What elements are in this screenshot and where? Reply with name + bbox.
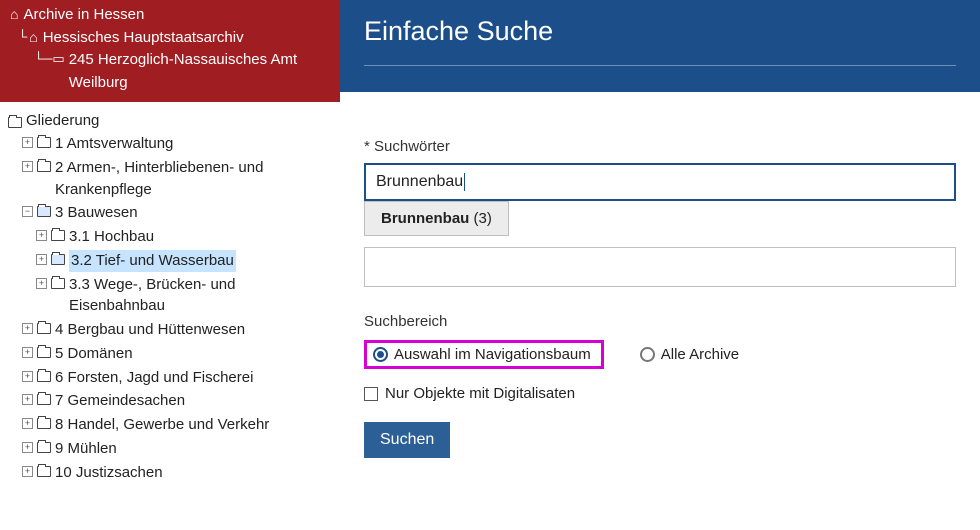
breadcrumb-root[interactable]: Archive in Hessen [21,4,144,27]
suggest-count: (3) [474,210,492,227]
search-form: * Suchwörter Brunnenbau Brunnenbau (3) S… [340,92,980,478]
tree-node-6[interactable]: 6 Forsten, Jagd und Fischerei [55,367,253,389]
expand-icon[interactable]: + [36,230,47,241]
radio-checked-icon [373,347,388,362]
folder-icon [37,371,51,382]
home-icon: ⌂ [10,4,18,25]
folder-open-icon [37,206,51,217]
text-caret-icon [464,173,465,191]
autosuggest-item[interactable]: Brunnenbau (3) [364,201,509,236]
folder-icon [37,161,51,172]
secondary-input[interactable] [364,247,956,287]
tree-node-5[interactable]: 5 Domänen [55,343,133,365]
scope-label: Suchbereich [364,313,956,330]
tree-node-3-2-selected[interactable]: 3.2 Tief- und Wasserbau [69,250,236,272]
expand-icon[interactable]: + [22,442,33,453]
folder-icon [37,394,51,405]
radio-nav-label: Auswahl im Navigationsbaum [394,346,591,363]
scope-radio-group: Auswahl im Navigationsbaum Alle Archive [364,340,956,369]
folder-icon [37,418,51,429]
page-title: Einfache Suche [364,16,956,47]
folder-icon [37,137,51,148]
tree-node-3-3[interactable]: 3.3 Wege-, Brücken- und Eisenbahnbau [69,274,334,318]
main-header: Einfache Suche [340,0,980,92]
tree-node-7[interactable]: 7 Gemeindesachen [55,390,185,412]
folder-icon [51,278,65,289]
expand-icon[interactable]: + [22,347,33,358]
tree-node-2[interactable]: 2 Armen-, Hinterbliebenen- und Krankenpf… [55,157,334,201]
checkbox-unchecked-icon [364,387,378,401]
radio-nav-tree[interactable]: Auswahl im Navigationsbaum [373,346,591,363]
tree-node-8[interactable]: 8 Handel, Gewerbe und Verkehr [55,414,269,436]
nav-tree: Gliederung + 1 Amtsverwaltung + 2 Armen-… [0,102,340,485]
radio-all-label: Alle Archive [661,346,739,363]
tree-node-9[interactable]: 9 Mühlen [55,438,117,460]
folder-icon [51,230,65,241]
tree-branch-icon: └─▭ [34,49,65,70]
expand-icon[interactable]: + [22,161,33,172]
breadcrumb: ⌂ Archive in Hessen └ ⌂ Hessisches Haupt… [0,0,340,102]
keywords-input[interactable]: Brunnenbau [364,163,956,201]
expand-icon[interactable]: + [22,371,33,382]
expand-icon[interactable]: + [22,394,33,405]
folder-icon [8,117,22,128]
folder-open-icon [51,254,65,265]
sidebar: ⌂ Archive in Hessen └ ⌂ Hessisches Haupt… [0,0,340,530]
suggest-term: Brunnenbau [381,210,469,227]
expand-icon[interactable]: + [22,418,33,429]
breadcrumb-level1[interactable]: Hessisches Hauptstaatsarchiv [41,27,244,50]
expand-icon[interactable]: + [22,137,33,148]
keywords-value: Brunnenbau [376,173,463,190]
folder-icon [37,442,51,453]
divider [364,65,956,66]
radio-all-archives[interactable]: Alle Archive [640,346,739,363]
expand-icon[interactable]: + [36,278,47,289]
main-content: Einfache Suche * Suchwörter Brunnenbau B… [340,0,980,530]
keywords-label: * Suchwörter [364,138,956,155]
expand-icon[interactable]: + [22,323,33,334]
folder-icon [37,466,51,477]
highlighted-option: Auswahl im Navigationsbaum [364,340,604,369]
expand-icon[interactable]: + [36,254,47,265]
expand-icon[interactable]: + [22,466,33,477]
search-button[interactable]: Suchen [364,422,450,458]
tree-root[interactable]: Gliederung [26,112,99,129]
tree-node-3[interactable]: 3 Bauwesen [55,202,138,224]
tree-node-1[interactable]: 1 Amtsverwaltung [55,133,173,155]
tree-node-10[interactable]: 10 Justizsachen [55,462,163,484]
folder-icon [37,323,51,334]
digital-only-checkbox[interactable]: Nur Objekte mit Digitalisaten [364,385,956,402]
digital-only-label: Nur Objekte mit Digitalisaten [385,385,575,402]
tree-node-4[interactable]: 4 Bergbau und Hüttenwesen [55,319,245,341]
tree-branch-icon: └ [18,27,27,48]
home-icon: ⌂ [29,27,37,48]
collapse-icon[interactable]: − [22,206,33,217]
breadcrumb-level2[interactable]: 245 Herzoglich-Nassauisches Amt Weilburg [67,49,338,94]
radio-unchecked-icon [640,347,655,362]
tree-node-3-1[interactable]: 3.1 Hochbau [69,226,154,248]
folder-icon [37,347,51,358]
